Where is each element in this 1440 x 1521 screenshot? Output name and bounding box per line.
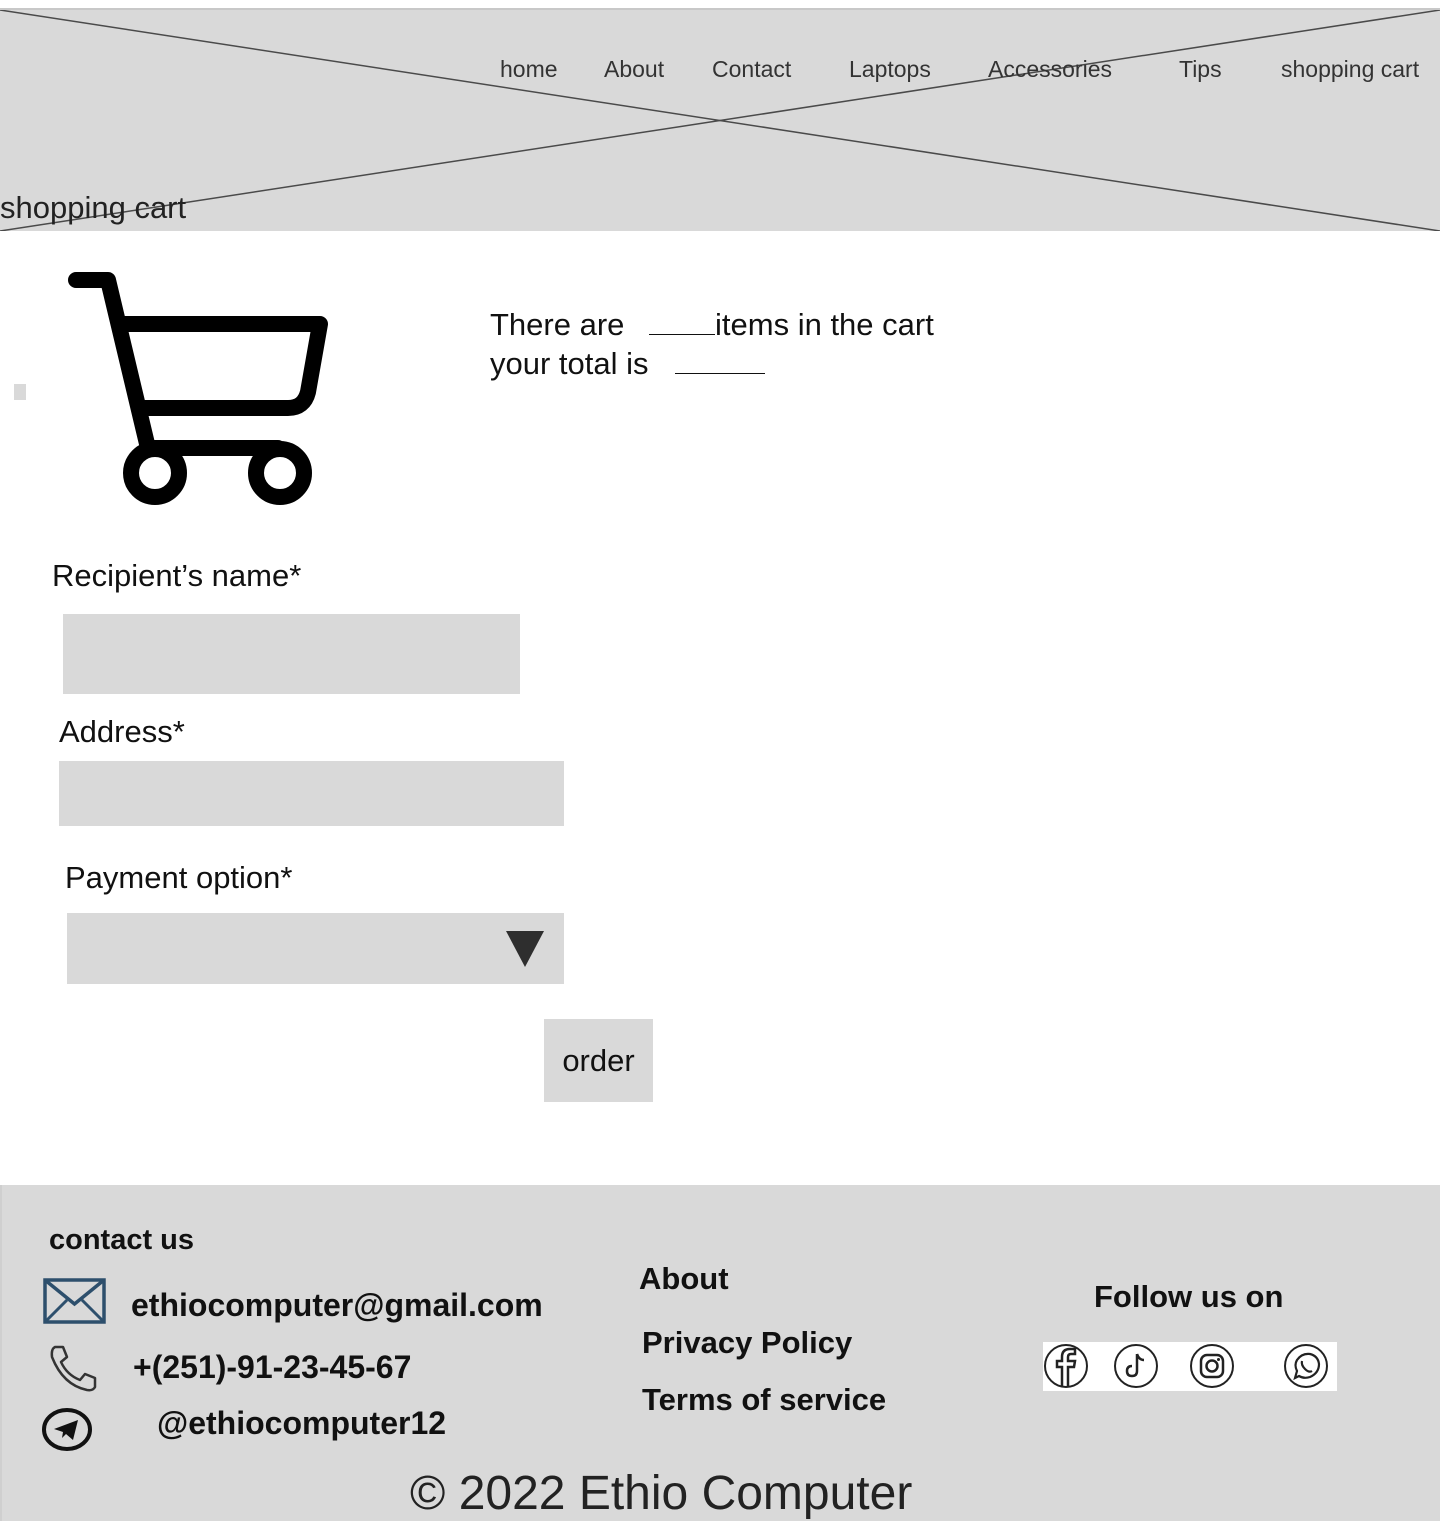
nav-home[interactable]: home [500,56,558,83]
recipient-label: Recipient’s name* [52,558,302,593]
tiktok-icon[interactable] [1113,1343,1159,1389]
total-blank [675,351,766,374]
telegram-icon [42,1408,92,1451]
copyright: © 2022 Ethio Computer [410,1467,913,1520]
social-icons-bar [1043,1342,1337,1391]
facebook-icon[interactable] [1043,1343,1089,1389]
contact-phone[interactable]: +(251)-91-23-45-67 [133,1349,411,1386]
items-suffix: items in the cart [715,307,934,342]
order-button[interactable]: order [544,1019,653,1102]
follow-heading: Follow us on [1094,1279,1284,1314]
nav-laptops[interactable]: Laptops [849,56,931,83]
dropdown-arrow-icon[interactable] [506,931,544,967]
footer-about-link[interactable]: About [639,1261,729,1297]
items-count-line: There are items in the cart [490,305,934,344]
address-label: Address* [59,714,185,749]
nav-contact[interactable]: Contact [712,56,791,83]
shopping-cart-icon [68,272,328,505]
header-banner: home About Contact Laptops Accessories T… [0,8,1440,231]
payment-label: Payment option* [65,860,293,895]
nav-accessories[interactable]: Accessories [988,56,1112,83]
total-line: your total is [490,344,934,383]
contact-email[interactable]: ethiocomputer@gmail.com [131,1287,543,1324]
items-prefix: There are [490,307,625,342]
items-count-blank [649,312,716,335]
instagram-icon[interactable] [1189,1343,1235,1389]
placeholder-image-cross [0,10,1440,231]
terms-of-service-link[interactable]: Terms of service [642,1382,886,1418]
contact-heading: contact us [49,1224,195,1256]
email-icon [43,1278,106,1324]
page-title: shopping cart [0,190,187,225]
contact-telegram[interactable]: @ethiocomputer12 [157,1405,446,1442]
nav-about[interactable]: About [604,56,664,83]
nav-shopping-cart[interactable]: shopping cart [1281,56,1419,83]
cart-summary: There are items in the cart your total i… [490,305,934,383]
nav-tips[interactable]: Tips [1179,56,1222,83]
address-input[interactable] [59,761,564,826]
total-prefix: your total is [490,346,649,381]
privacy-policy-link[interactable]: Privacy Policy [642,1325,852,1361]
placeholder-mark [14,384,26,400]
payment-option-select[interactable] [67,913,564,984]
recipient-name-input[interactable] [63,614,520,694]
phone-icon [50,1345,97,1392]
whatsapp-icon[interactable] [1283,1343,1329,1389]
